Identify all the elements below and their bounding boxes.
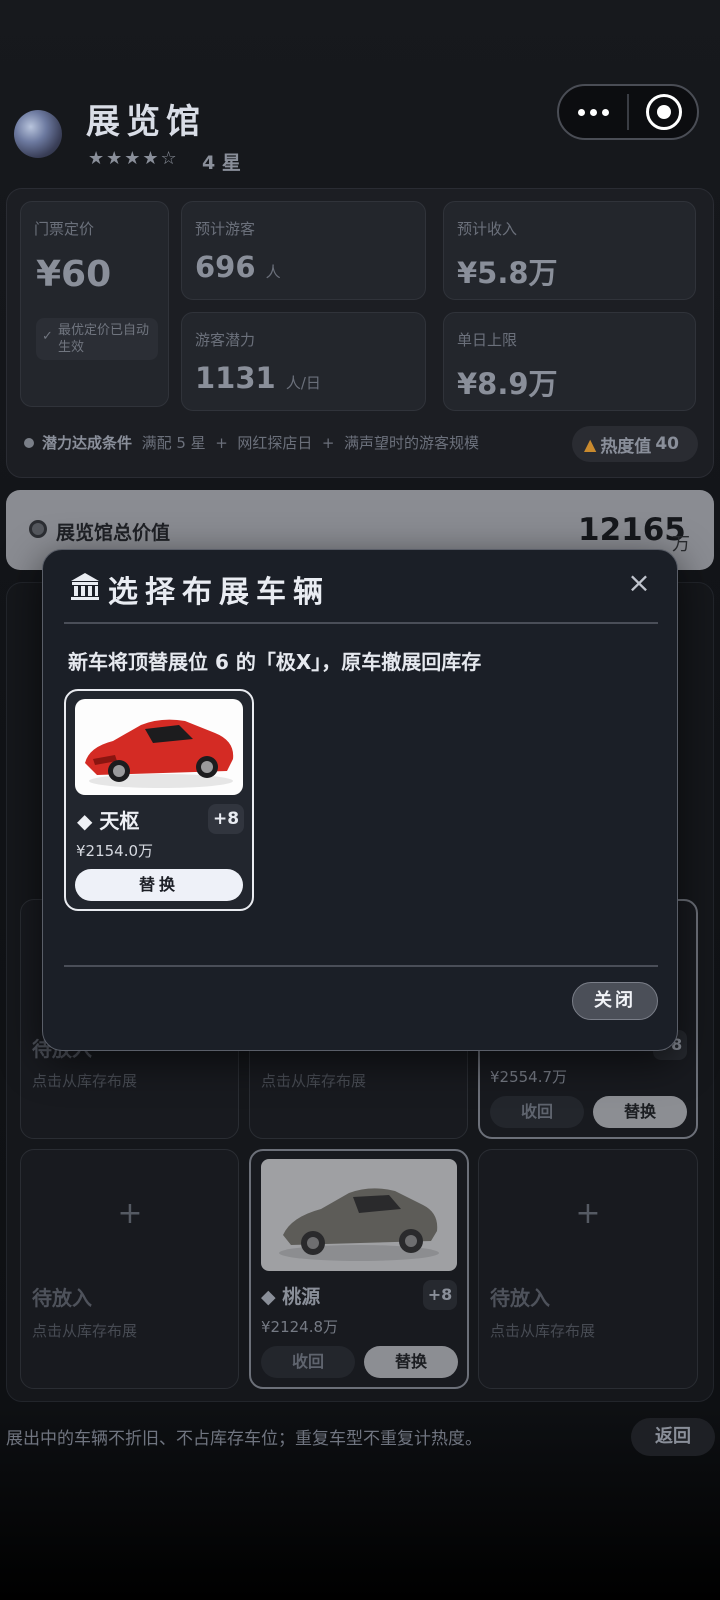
slot-card-empty[interactable] bbox=[478, 1149, 698, 1389]
recall-button[interactable]: 收回 bbox=[261, 1346, 355, 1378]
potential-label: 游客潜力 bbox=[195, 331, 256, 349]
car-image bbox=[279, 1188, 439, 1261]
slot-empty-sub: 点击从库存布展 bbox=[261, 1072, 367, 1090]
modal-divider-bottom bbox=[64, 965, 658, 967]
recall-button[interactable]: 收回 bbox=[490, 1096, 584, 1128]
flame-icon: ▲ bbox=[584, 434, 597, 454]
car-option-level-badge: +8 bbox=[208, 804, 244, 834]
capsule-divider bbox=[627, 94, 629, 130]
slot-empty-sub: 点击从库存布展 bbox=[32, 1072, 138, 1090]
footer-note: 展出中的车辆不折旧、不占库存车位；重复车型不重复计热度。 bbox=[6, 1429, 482, 1449]
car-price: ¥2124.8万 bbox=[261, 1318, 339, 1336]
daily-cap-value: ¥8.9万 bbox=[457, 367, 558, 401]
slot-empty-sub: 点击从库存布展 bbox=[32, 1322, 138, 1340]
replace-button[interactable]: 替换 bbox=[593, 1096, 687, 1128]
add-icon: + bbox=[117, 1196, 143, 1231]
slot-empty-sub: 点击从库存布展 bbox=[490, 1322, 596, 1340]
car-level-badge: +8 bbox=[423, 1280, 457, 1310]
star-rating: ★★★★☆ bbox=[88, 148, 179, 169]
museum-icon bbox=[71, 573, 99, 600]
income-value: ¥5.8万 bbox=[457, 256, 558, 290]
ticket-price-value: ¥60 bbox=[36, 254, 112, 295]
ticket-price-label: 门票定价 bbox=[34, 220, 95, 238]
total-value-label: 展览馆总价值 bbox=[56, 522, 171, 544]
replace-button[interactable]: 替换 bbox=[364, 1346, 458, 1378]
coin-icon bbox=[29, 520, 47, 538]
car-image-taoyuan bbox=[261, 1159, 457, 1271]
add-icon: + bbox=[575, 1196, 601, 1231]
slot-card-empty[interactable] bbox=[20, 1149, 239, 1389]
car-option-price: ¥2154.0万 bbox=[76, 842, 154, 860]
car-image-tianshu bbox=[75, 699, 243, 795]
target-icon[interactable] bbox=[646, 94, 682, 130]
page-title: 展览馆 bbox=[86, 102, 206, 142]
total-value-unit: 万 bbox=[672, 534, 690, 555]
modal-divider-top bbox=[64, 622, 658, 624]
slot-empty-title: 待放入 bbox=[32, 1286, 92, 1310]
close-icon[interactable]: × bbox=[626, 569, 652, 597]
slot-empty-title: 待放入 bbox=[490, 1286, 550, 1310]
modal-title: 选择布展车辆 bbox=[108, 575, 330, 610]
visitors-label: 预计游客 bbox=[195, 220, 256, 238]
condition-dot bbox=[24, 438, 34, 448]
car-name: ◆ 桃源 bbox=[261, 1286, 321, 1308]
car-option-name: ◆ 天枢 bbox=[77, 809, 140, 833]
visitors-value: 696 人 bbox=[195, 250, 281, 284]
heat-value-chip[interactable]: ▲ 热度值 40 bbox=[572, 426, 698, 462]
potential-condition: 潜力达成条件 满配 5 星 + 网红探店日 + 满声望时的游客规模 bbox=[42, 434, 480, 452]
income-label: 预计收入 bbox=[457, 220, 518, 238]
check-icon: ✓ bbox=[42, 329, 53, 344]
daily-cap-label: 单日上限 bbox=[457, 331, 518, 349]
modal-close-button[interactable]: 关闭 bbox=[572, 982, 658, 1020]
car-price: ¥2554.7万 bbox=[490, 1068, 568, 1086]
more-dots-icon[interactable] bbox=[575, 94, 611, 130]
star-rating-text: 4 星 bbox=[202, 152, 241, 174]
gallery-avatar bbox=[14, 110, 62, 158]
auto-price-badge: ✓ 最优定价已自动生效 bbox=[36, 318, 158, 360]
replace-with-option-button[interactable]: 替换 bbox=[75, 869, 243, 901]
car-image bbox=[85, 719, 234, 788]
total-value-number: 12165 bbox=[578, 512, 686, 548]
back-button[interactable]: 返回 bbox=[631, 1418, 715, 1456]
potential-value: 1131 人/日 bbox=[195, 361, 321, 395]
modal-description: 新车将顶替展位 6 的「极X」，原车撤展回库存 bbox=[68, 650, 482, 674]
